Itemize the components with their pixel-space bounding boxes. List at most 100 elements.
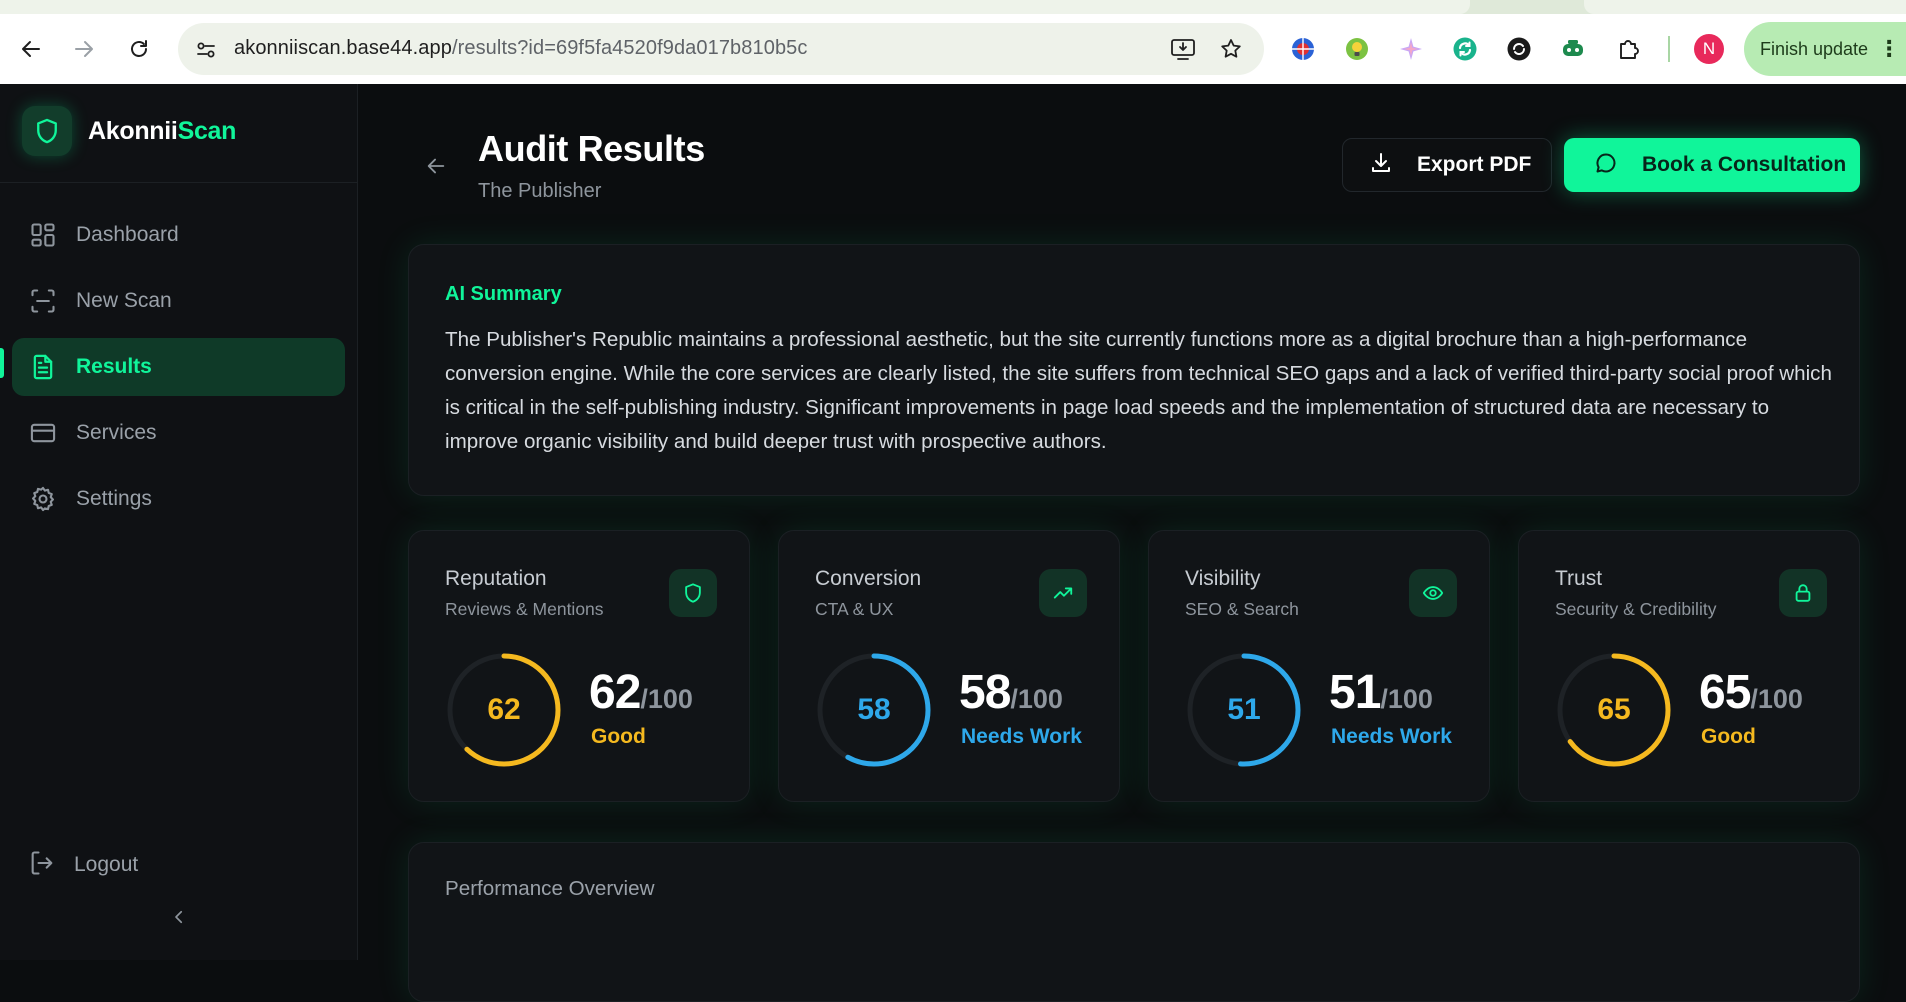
scan-icon — [28, 286, 58, 316]
trending-up-icon — [1039, 569, 1087, 617]
brand-name-primary: Akonnii — [88, 116, 178, 145]
score-card-trust: Trust Security & Credibility 65 65/100 G… — [1518, 530, 1860, 802]
score-number: 51 — [1329, 666, 1381, 719]
sidebar-item-new-scan[interactable]: New Scan — [12, 272, 345, 330]
finish-update-label: Finish update — [1760, 38, 1869, 59]
book-consultation-button[interactable]: Book a Consultation — [1564, 138, 1860, 192]
extension-bug-icon[interactable] — [1288, 34, 1318, 64]
score-value: 51/100 — [1329, 665, 1433, 720]
extension-circle-icon[interactable] — [1504, 34, 1534, 64]
score-subtitle: Reviews & Mentions — [445, 599, 604, 619]
reload-icon[interactable] — [118, 28, 160, 70]
score-subtitle: SEO & Search — [1185, 599, 1299, 619]
forward-arrow-icon[interactable] — [63, 28, 105, 70]
profile-avatar[interactable]: N — [1694, 34, 1724, 64]
back-arrow-icon[interactable] — [420, 150, 452, 182]
logout-button[interactable]: Logout — [12, 836, 345, 894]
score-card-conversion: Conversion CTA & UX 58 58/100 Needs Work — [778, 530, 1120, 802]
score-out-of: /100 — [1750, 684, 1803, 714]
sidebar-item-label: Services — [76, 421, 157, 444]
sidebar-item-label: Settings — [76, 487, 152, 510]
document-icon — [28, 352, 58, 382]
ai-summary-card: AI Summary The Publisher's Republic main… — [408, 244, 1860, 496]
main-content: Audit Results The Publisher Export PDF B… — [358, 84, 1906, 1002]
score-category: Reputation — [445, 567, 547, 590]
card-icon — [28, 418, 58, 448]
score-ring-value: 51 — [1227, 693, 1261, 726]
score-rating: Good — [1701, 725, 1756, 748]
brand[interactable]: AkonniiScan — [22, 106, 236, 156]
score-ring-value: 62 — [487, 693, 521, 726]
score-category: Trust — [1555, 567, 1603, 590]
sidebar-divider — [0, 182, 358, 183]
install-app-icon[interactable] — [1168, 34, 1198, 64]
sidebar-item-settings[interactable]: Settings — [12, 470, 345, 528]
brand-name: AkonniiScan — [88, 117, 236, 146]
score-category: Conversion — [815, 567, 922, 590]
url-text[interactable]: akonniiscan.base44.app/results?id=69f5fa… — [234, 37, 808, 60]
sidebar: AkonniiScan Dashboard New Scan Results S… — [0, 84, 358, 960]
score-category: Visibility — [1185, 567, 1261, 590]
score-rating: Needs Work — [1331, 725, 1452, 748]
score-ring-value: 58 — [857, 693, 891, 726]
score-number: 65 — [1699, 666, 1751, 719]
url-host: akonniiscan.base44.app — [234, 37, 452, 59]
dashboard-icon — [28, 220, 58, 250]
extension-sync-icon[interactable] — [1450, 34, 1480, 64]
score-out-of: /100 — [640, 684, 693, 714]
active-tab[interactable] — [0, 0, 1470, 14]
browser-toolbar: akonniiscan.base44.app/results?id=69f5fa… — [0, 14, 1906, 84]
export-pdf-label: Export PDF — [1417, 153, 1532, 176]
extension-bulb-icon[interactable] — [1342, 34, 1372, 64]
score-rating: Needs Work — [961, 725, 1082, 748]
score-out-of: /100 — [1010, 684, 1063, 714]
site-settings-icon[interactable] — [192, 36, 220, 64]
sidebar-item-label: New Scan — [76, 289, 172, 312]
performance-overview-card: Performance Overview — [408, 842, 1860, 1002]
app-root: AkonniiScan Dashboard New Scan Results S… — [0, 84, 1906, 1002]
collapse-sidebar-icon[interactable] — [164, 902, 194, 932]
active-indicator — [0, 348, 4, 378]
score-subtitle: Security & Credibility — [1555, 599, 1717, 619]
extensions-puzzle-icon[interactable] — [1614, 34, 1644, 64]
score-number: 62 — [589, 666, 641, 719]
inactive-tab[interactable] — [1584, 0, 1906, 14]
tab-strip — [0, 0, 1906, 14]
brand-name-accent: Scan — [177, 116, 237, 145]
extension-gamepad-icon[interactable] — [1558, 34, 1588, 64]
score-number: 58 — [959, 666, 1011, 719]
score-ring-value: 65 — [1597, 693, 1631, 726]
address-bar[interactable]: akonniiscan.base44.app/results?id=69f5fa… — [178, 23, 1264, 75]
sidebar-item-dashboard[interactable]: Dashboard — [12, 206, 345, 264]
finish-update-button[interactable]: Finish update ⋮ — [1744, 22, 1906, 76]
performance-overview-title: Performance Overview — [445, 877, 655, 900]
page-subtitle: The Publisher — [478, 180, 602, 202]
score-out-of: /100 — [1380, 684, 1433, 714]
eye-icon — [1409, 569, 1457, 617]
gear-icon — [28, 484, 58, 514]
bookmark-star-icon[interactable] — [1216, 34, 1246, 64]
sidebar-item-results[interactable]: Results — [12, 338, 345, 396]
extension-sparkle-icon[interactable] — [1396, 34, 1426, 64]
score-value: 58/100 — [959, 665, 1063, 720]
download-icon — [1369, 151, 1393, 180]
toolbar-separator — [1668, 36, 1670, 62]
logout-label: Logout — [74, 853, 139, 876]
score-value: 65/100 — [1699, 665, 1803, 720]
page-title: Audit Results — [478, 128, 705, 169]
kebab-menu-icon[interactable]: ⋮ — [1878, 36, 1900, 62]
sidebar-item-label: Results — [76, 355, 152, 378]
export-pdf-button[interactable]: Export PDF — [1342, 138, 1552, 192]
back-arrow-icon[interactable] — [10, 28, 52, 70]
sidebar-item-services[interactable]: Services — [12, 404, 345, 462]
logout-icon — [28, 849, 56, 882]
score-rating: Good — [591, 725, 646, 748]
score-subtitle: CTA & UX — [815, 599, 894, 619]
ai-summary-heading: AI Summary — [445, 283, 562, 305]
sidebar-item-label: Dashboard — [76, 223, 179, 246]
chat-bubble-icon — [1594, 151, 1618, 180]
score-card-visibility: Visibility SEO & Search 51 51/100 Needs … — [1148, 530, 1490, 802]
ai-summary-text: The Publisher's Republic maintains a pro… — [445, 328, 1832, 453]
score-card-reputation: Reputation Reviews & Mentions 62 62/100 … — [408, 530, 750, 802]
shield-icon — [669, 569, 717, 617]
